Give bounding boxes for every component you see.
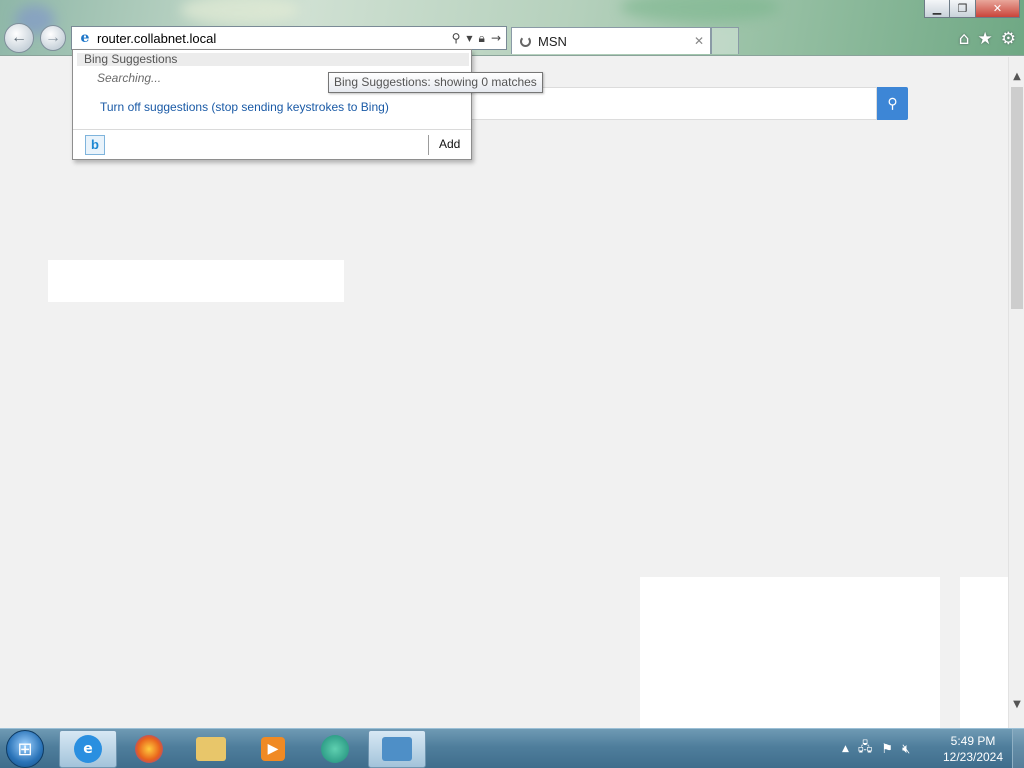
- firefox-icon: [135, 735, 163, 763]
- content-card: [960, 577, 1008, 728]
- favorites-star-icon[interactable]: ★: [978, 29, 993, 49]
- clock-date: 12/23/2024: [942, 750, 1004, 764]
- remote-desktop-icon: [382, 737, 412, 761]
- loading-spinner-icon: [520, 35, 531, 47]
- show-hidden-icons-icon[interactable]: ▲: [842, 744, 849, 754]
- bing-icon[interactable]: b: [85, 135, 105, 155]
- restore-button[interactable]: ❐: [950, 0, 976, 18]
- clock-time: 5:49 PM: [950, 734, 996, 748]
- scrollbar-thumb[interactable]: [1011, 87, 1023, 309]
- forward-button[interactable]: →: [40, 25, 66, 51]
- suggestions-header: Bing Suggestions: [77, 53, 469, 66]
- vertical-scrollbar[interactable]: ▲ ▼: [1008, 57, 1024, 728]
- start-button[interactable]: ⊞: [6, 730, 44, 768]
- home-icon[interactable]: ⌂: [959, 29, 970, 49]
- taskbar-remote-desktop[interactable]: [368, 730, 426, 768]
- content-card: [640, 577, 940, 728]
- start-orb-icon: ⊞: [17, 738, 33, 759]
- file-explorer-icon: [196, 737, 226, 761]
- minimize-icon: ▁: [932, 2, 942, 15]
- network-icon[interactable]: 🖧: [858, 738, 873, 760]
- address-input[interactable]: [97, 30, 427, 46]
- tab-close-button[interactable]: ✕: [694, 34, 704, 48]
- ie-logo-icon: e: [80, 30, 90, 46]
- close-window-button[interactable]: ✕: [976, 0, 1020, 18]
- internet-explorer-icon: e: [74, 735, 102, 763]
- content-card: [48, 260, 344, 302]
- action-center-flag-icon[interactable]: ⚑: [881, 742, 893, 757]
- restore-icon: ❐: [957, 2, 968, 15]
- back-arrow-icon: ←: [11, 29, 27, 46]
- minimize-button[interactable]: ▁: [924, 0, 950, 18]
- address-bar[interactable]: e ⚲ ▼ 🔒︎ →: [71, 26, 507, 50]
- taskbar-file-explorer[interactable]: [182, 730, 240, 768]
- suggestions-dropdown: Bing Suggestions Searching... Turn off s…: [72, 49, 472, 160]
- search-icon: ⚲: [887, 95, 898, 111]
- taskbar-app[interactable]: [306, 730, 364, 768]
- tab-title: MSN: [538, 33, 567, 49]
- add-provider-button[interactable]: Add: [439, 137, 460, 151]
- page-search-button[interactable]: ⚲: [877, 87, 908, 120]
- lock-icon[interactable]: 🔒︎: [479, 31, 485, 46]
- dropdown-icon[interactable]: ▼: [466, 34, 472, 43]
- background-decoration: [180, 0, 300, 25]
- taskbar-media-player[interactable]: ▶: [244, 730, 302, 768]
- toolbar-icons: ⌂ ★ ⚙: [959, 29, 1016, 49]
- back-button[interactable]: ←: [4, 23, 34, 53]
- settings-gear-icon[interactable]: ⚙: [1001, 29, 1016, 49]
- new-tab-button[interactable]: [711, 27, 739, 54]
- tab-msn[interactable]: MSN ✕: [511, 27, 711, 54]
- taskbar-firefox[interactable]: [120, 730, 178, 768]
- scroll-down-icon[interactable]: ▼: [1009, 697, 1024, 713]
- go-arrow-icon[interactable]: →: [491, 31, 501, 45]
- system-tray: ▲ 🖧 ⚑ 🔇︎: [842, 729, 910, 768]
- taskbar-internet-explorer[interactable]: e: [59, 730, 117, 768]
- media-player-icon: ▶: [261, 737, 285, 761]
- clock[interactable]: 5:49 PM 12/23/2024: [940, 733, 1006, 765]
- volume-muted-icon[interactable]: 🔇︎: [902, 742, 910, 757]
- divider: [428, 135, 429, 155]
- app-icon: [321, 735, 349, 763]
- suggestions-footer: b Add: [73, 129, 471, 159]
- suggestions-tooltip: Bing Suggestions: showing 0 matches: [328, 72, 543, 93]
- taskbar: ⊞ e ▶ ▲ 🖧 ⚑ 🔇︎ 5:49 PM 12/23/2024: [0, 728, 1024, 768]
- close-icon: ✕: [992, 2, 1003, 15]
- suggestions-status: Searching...: [97, 71, 162, 85]
- window-controls: ▁ ❐ ✕: [924, 0, 1020, 18]
- address-bar-icons: ⚲ ▼ 🔒︎ →: [452, 31, 501, 46]
- search-icon[interactable]: ⚲: [452, 31, 461, 45]
- forward-arrow-icon: →: [45, 29, 61, 46]
- browser-chrome: ▁ ❐ ✕ ← → e ⚲ ▼ 🔒︎ → MSN ✕ ⌂ ★ ⚙: [0, 0, 1024, 56]
- turn-off-suggestions-link[interactable]: Turn off suggestions (stop sending keyst…: [100, 100, 389, 114]
- scroll-up-icon[interactable]: ▲: [1009, 69, 1024, 85]
- background-decoration: [620, 0, 780, 22]
- show-desktop-button[interactable]: [1012, 729, 1024, 768]
